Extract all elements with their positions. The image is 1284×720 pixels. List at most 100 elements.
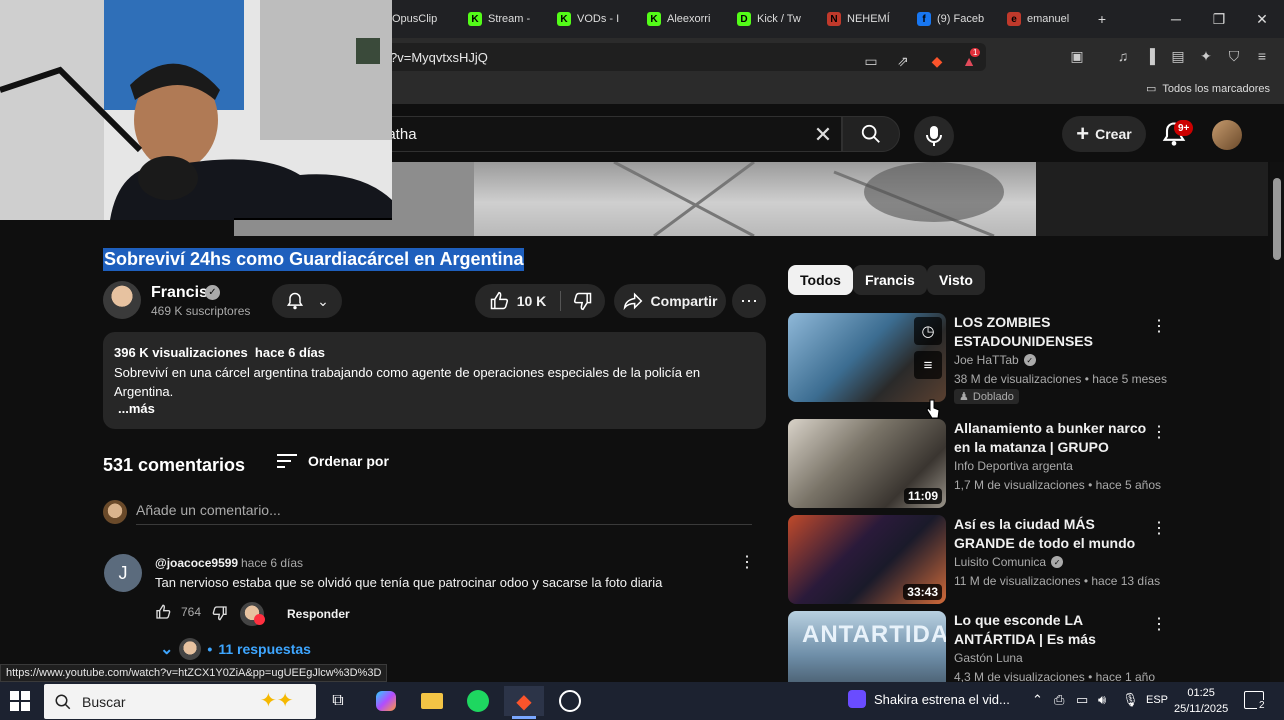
video-thumbnail[interactable]: ◷ ≡: [788, 313, 946, 402]
browser-tab[interactable]: N NEHEMÍ: [827, 6, 907, 32]
device-icon[interactable]: ⎙: [1054, 692, 1064, 708]
dislike-button[interactable]: [561, 284, 605, 318]
restore-window-button[interactable]: ❐: [1205, 6, 1233, 32]
url-field[interactable]: ?v=MyqvtxsHJjQ ▭ ⇗ ◆ ▲ 1: [380, 43, 986, 71]
related-video[interactable]: 33:43 Así es la ciudad MÁS GRANDE de todo…: [788, 515, 1268, 607]
sort-comments-button[interactable]: Ordenar por: [276, 452, 389, 470]
browser-tab[interactable]: K VODs - I: [557, 6, 637, 32]
add-comment-input[interactable]: Añade un comentario...: [136, 502, 281, 518]
browser-tab[interactable]: K Stream -: [468, 6, 548, 32]
add-to-queue-icon[interactable]: ≡: [914, 351, 942, 379]
related-video-channel[interactable]: Joe HaTTab ✓: [954, 353, 1036, 367]
related-video-menu-icon[interactable]: ⋮: [1151, 422, 1167, 442]
volume-icon[interactable]: 🔊︎: [1098, 692, 1106, 708]
thumbs-up-icon: [156, 604, 171, 619]
all-bookmarks-folder[interactable]: ▭ Todos los marcadores: [1145, 82, 1270, 96]
share-button[interactable]: Compartir: [614, 284, 726, 318]
microphone-tray-icon[interactable]: 🎙︎: [1122, 692, 1139, 708]
browser-tab[interactable]: f (9) Faceb: [917, 6, 997, 32]
comment-like-count: 764: [181, 605, 202, 619]
windows-taskbar: Buscar ✦✦ ⧉ ◆ Shakira estrena el vid... …: [0, 682, 1284, 720]
create-button[interactable]: + Crear: [1062, 116, 1146, 152]
browser-tab[interactable]: e emanuel: [1007, 6, 1087, 32]
browser-tab[interactable]: K Aleexorri: [647, 6, 727, 32]
network-icon[interactable]: ▭: [1076, 692, 1088, 708]
page-scrollbar[interactable]: [1270, 162, 1284, 682]
windows-start-icon[interactable]: [10, 691, 30, 711]
related-video-title[interactable]: Así es la ciudad MÁS GRANDE de todo el m…: [954, 515, 1150, 553]
account-avatar[interactable]: [1212, 120, 1242, 150]
obs-icon[interactable]: [550, 686, 590, 716]
filter-chip[interactable]: Visto: [927, 265, 985, 295]
filter-chip[interactable]: Todos: [788, 265, 853, 295]
related-video-channel[interactable]: Info Deportiva argenta: [954, 459, 1073, 473]
new-tab-button[interactable]: +: [1088, 6, 1116, 32]
like-button[interactable]: 10 K: [475, 284, 560, 318]
related-video[interactable]: 11:09 Allanamiento a bunker narco en la m…: [788, 419, 1268, 511]
voice-search-button[interactable]: [914, 116, 954, 156]
sidebar-toggle-icon[interactable]: ▣: [1068, 47, 1086, 65]
cast-icon[interactable]: ▭: [862, 52, 880, 70]
commenter-avatar[interactable]: J: [104, 554, 142, 592]
folder-icon: ▭: [1145, 83, 1157, 95]
taskbar-search-input[interactable]: Buscar ✦✦: [44, 684, 316, 719]
comment-dislike-icon[interactable]: [212, 604, 228, 622]
video-thumbnail[interactable]: 33:43: [788, 515, 946, 604]
related-video-title[interactable]: Allanamiento a bunker narco en la matanz…: [954, 419, 1150, 457]
taskbar-clock[interactable]: 01:25 25/11/2025: [1174, 685, 1228, 717]
link-status-url: https://www.youtube.com/watch?v=htZCX1Y0…: [0, 664, 388, 682]
share-page-icon[interactable]: ⇗: [894, 52, 912, 70]
channel-name[interactable]: Francis: [151, 284, 208, 302]
watch-later-clock-icon[interactable]: ◷: [914, 317, 942, 345]
reply-button[interactable]: Responder: [287, 607, 350, 621]
related-video-title[interactable]: Lo que esconde LA ANTÁRTIDA | Es más imp…: [954, 611, 1150, 649]
minimize-window-button[interactable]: ─: [1162, 6, 1190, 32]
related-video[interactable]: ◷≡LOS ZOMBIES ESTADOUNIDENSES (JAMÁS ...…: [788, 313, 1268, 405]
search-input[interactable]: natha ✕: [370, 116, 842, 152]
vpn-icon[interactable]: ⛉: [1225, 47, 1243, 65]
comment-input-underline: [136, 524, 752, 525]
task-view-icon[interactable]: ⧉: [318, 686, 358, 716]
create-label: Crear: [1095, 126, 1132, 142]
copilot-icon[interactable]: [366, 686, 406, 716]
wallet-icon[interactable]: ▤: [1169, 47, 1187, 65]
comment-like-button[interactable]: 764: [155, 604, 201, 620]
brave-browser-icon[interactable]: ◆: [504, 686, 544, 719]
file-explorer-icon[interactable]: [412, 686, 452, 716]
reader-icon[interactable]: ▐: [1141, 47, 1159, 65]
view-and-date: 396 K visualizaciones hace 6 días: [114, 345, 325, 360]
view-replies-button[interactable]: ⌄ • 11 respuestas: [160, 638, 311, 660]
video-thumbnail[interactable]: 11:09: [788, 419, 946, 508]
related-video-channel[interactable]: Gastón Luna: [954, 651, 1023, 665]
spotify-icon[interactable]: [458, 686, 498, 716]
brave-shields-icon[interactable]: ◆: [928, 52, 946, 70]
description-box[interactable]: 396 K visualizaciones hace 6 días Sobrev…: [103, 332, 766, 429]
commenter-handle[interactable]: @joacoce9599: [155, 556, 238, 570]
related-video-menu-icon[interactable]: ⋮: [1151, 614, 1167, 634]
scrollbar-thumb[interactable]: [1273, 178, 1281, 260]
close-window-button[interactable]: ✕: [1248, 6, 1276, 32]
media-icon[interactable]: ♫: [1114, 47, 1132, 65]
comment-time[interactable]: hace 6 días: [241, 556, 303, 570]
menu-icon[interactable]: ≡: [1253, 47, 1271, 65]
input-language[interactable]: ESP: [1146, 694, 1168, 706]
related-video-menu-icon[interactable]: ⋮: [1151, 316, 1167, 336]
rewards-count: 1: [970, 48, 981, 57]
show-hidden-icons[interactable]: ⌃: [1032, 692, 1043, 708]
filter-chip[interactable]: Francis: [853, 265, 927, 295]
channel-avatar[interactable]: [103, 281, 141, 319]
show-more-link[interactable]: ...más: [118, 401, 155, 416]
leo-icon[interactable]: ✦: [1197, 47, 1215, 65]
related-video-menu-icon[interactable]: ⋮: [1151, 518, 1167, 538]
subscription-notifications-button[interactable]: ⌄: [272, 284, 342, 318]
news-widget[interactable]: Shakira estrena el vid...: [848, 690, 1010, 708]
clear-search-icon[interactable]: ✕: [811, 122, 835, 147]
comment-menu-icon[interactable]: ⋮: [739, 552, 755, 572]
related-video-title[interactable]: LOS ZOMBIES ESTADOUNIDENSES (JAMÁS ...: [954, 313, 1150, 351]
share-label: Compartir: [650, 293, 718, 309]
more-actions-button[interactable]: ⋯: [732, 284, 766, 318]
related-video-channel[interactable]: Luisito Comunica ✓: [954, 555, 1064, 569]
tab-favicon-icon: K: [647, 12, 661, 26]
search-button[interactable]: [842, 116, 900, 152]
browser-tab[interactable]: D Kick / Tw: [737, 6, 817, 32]
